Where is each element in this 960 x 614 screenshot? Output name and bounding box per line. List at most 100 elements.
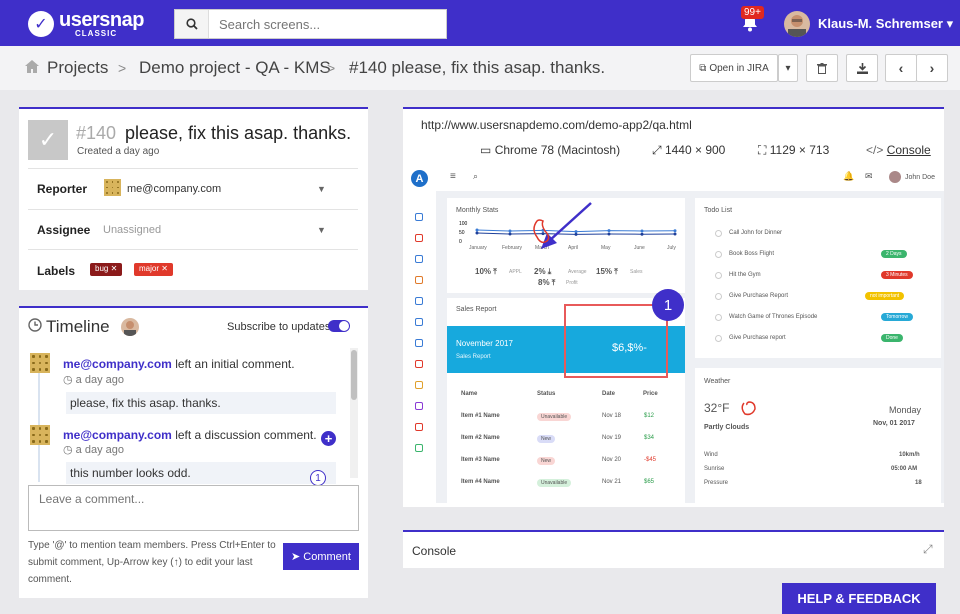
chat-icon: ✉ bbox=[865, 171, 873, 181]
todo-badge: not important bbox=[865, 292, 905, 300]
download-icon bbox=[856, 62, 868, 74]
stat-value: 2% ⤓ bbox=[534, 267, 552, 276]
menu-icon: ≡ bbox=[450, 171, 456, 182]
todo-item: Give Purchase Report bbox=[729, 293, 789, 299]
screen-resolution: ⤢ 1440 × 900 bbox=[652, 143, 725, 158]
user-menu[interactable]: Klaus-M. Schremser ▾ bbox=[818, 16, 953, 32]
todo-item: Book Boss Flight bbox=[729, 251, 775, 257]
notification-badge: 99+ bbox=[741, 6, 764, 19]
resolve-checkbox[interactable]: ✓ bbox=[28, 120, 68, 160]
comment-input[interactable] bbox=[28, 485, 359, 531]
stat-value: 15% ⤒ bbox=[596, 267, 618, 276]
home-icon[interactable] bbox=[24, 59, 40, 79]
scrollbar[interactable] bbox=[350, 348, 358, 478]
demo-avatar bbox=[889, 171, 901, 183]
logo-icon: ✓ bbox=[28, 11, 54, 37]
issue-title[interactable]: please, fix this asap. thanks. bbox=[125, 123, 351, 144]
weather-key: Pressure bbox=[704, 480, 729, 486]
data-point bbox=[640, 232, 644, 236]
caret-down-icon[interactable]: ▼ bbox=[317, 225, 326, 235]
comment-button[interactable]: ➤ Comment bbox=[283, 543, 359, 570]
comment-author[interactable]: me@company.com bbox=[63, 428, 172, 442]
label-tag-bug[interactable]: bug ✕ bbox=[90, 263, 123, 276]
comment-hint: Type '@' to mention team members. Press … bbox=[28, 540, 276, 585]
data-point bbox=[475, 228, 479, 232]
comment-body: this number looks odd. bbox=[66, 462, 336, 484]
todo-badge: Tomorrow bbox=[881, 313, 913, 321]
weather-value: 05:00 AM bbox=[891, 466, 918, 472]
stat-label: APPL bbox=[509, 269, 522, 275]
pin-number-badge[interactable]: 1 bbox=[310, 470, 326, 486]
comment-time: ◷ a day ago bbox=[63, 443, 124, 456]
search-input[interactable] bbox=[209, 10, 446, 38]
todo-checkbox bbox=[715, 251, 722, 258]
data-point bbox=[508, 229, 512, 233]
previous-button[interactable]: ‹ bbox=[885, 54, 917, 82]
divider bbox=[28, 168, 358, 169]
search-icon[interactable] bbox=[175, 10, 209, 38]
data-point bbox=[673, 232, 677, 236]
open-in-jira-button[interactable]: ⧉ Open in JIRA bbox=[690, 54, 778, 82]
reporter-select[interactable]: me@company.com bbox=[127, 183, 221, 195]
expand-icon[interactable]: ⤢ bbox=[923, 542, 933, 557]
close-icon[interactable]: ✕ bbox=[111, 264, 118, 273]
send-icon: ➤ bbox=[291, 551, 301, 563]
console-panel[interactable] bbox=[403, 530, 944, 568]
caret-down-icon[interactable]: ▼ bbox=[317, 184, 326, 194]
breadcrumb-projects[interactable]: Projects bbox=[47, 58, 108, 78]
scrollbar-thumb[interactable] bbox=[351, 350, 357, 400]
viewport-size: ⛶ 1129 × 713 bbox=[758, 143, 829, 158]
search-box bbox=[174, 9, 447, 39]
console-link[interactable]: </> Console bbox=[866, 143, 931, 157]
weather-value: 10km/h bbox=[899, 452, 920, 458]
todo-checkbox bbox=[715, 314, 722, 321]
sales-subtitle: Sales Report bbox=[456, 354, 491, 360]
weather-title: Weather bbox=[704, 378, 731, 385]
captured-screenshot[interactable]: A ≡ ⌕ 🔔 ✉ John Doe Monthly Stats 100 50 0 J… bbox=[403, 163, 944, 503]
stat-label: Profit bbox=[566, 280, 578, 286]
breadcrumb-project[interactable]: Demo project - QA - KMS bbox=[139, 58, 331, 78]
usersnap-logo[interactable]: ✓ usersnap CLASSIC bbox=[28, 10, 144, 38]
sidebar-nav-icon bbox=[415, 276, 423, 284]
user-avatar[interactable] bbox=[784, 11, 810, 37]
weather-key: Sunrise bbox=[704, 466, 725, 472]
status-badge: Unavailable bbox=[537, 413, 572, 421]
logo-text: usersnap bbox=[59, 9, 144, 31]
sidebar-nav-icon bbox=[415, 360, 423, 368]
clock-icon: ◷ bbox=[63, 374, 73, 386]
label-text: major bbox=[139, 264, 160, 273]
monthly-stats-title: Monthly Stats bbox=[456, 207, 499, 214]
subscribe-label: Subscribe to updates bbox=[227, 321, 331, 333]
weather-date: Nov, 01 2017 bbox=[873, 420, 915, 427]
annotation-fill bbox=[566, 306, 666, 326]
assignee-select[interactable]: Unassigned bbox=[103, 224, 161, 236]
help-feedback-button[interactable]: HELP & FEEDBACK bbox=[782, 583, 936, 614]
sales-month: November 2017 bbox=[456, 339, 513, 348]
chevron-right-icon: › bbox=[929, 60, 935, 76]
todo-badge: 3 Minutes bbox=[881, 271, 913, 279]
breadcrumb-separator: > bbox=[327, 60, 336, 76]
comment-author[interactable]: me@company.com bbox=[63, 357, 172, 371]
table-cell-date: Nov 20 bbox=[602, 457, 622, 463]
external-link-icon: ⧉ bbox=[699, 62, 707, 74]
add-icon[interactable]: + bbox=[321, 431, 336, 446]
next-button[interactable]: › bbox=[916, 54, 948, 82]
subscribe-toggle[interactable] bbox=[328, 320, 350, 332]
sidebar-nav-icon bbox=[415, 297, 423, 305]
reporter-label: Reporter bbox=[37, 182, 88, 196]
page-url[interactable]: http://www.usersnapdemo.com/demo-app2/qa… bbox=[421, 118, 692, 132]
label-tag-major[interactable]: major ✕ bbox=[134, 263, 173, 276]
sales-amount: $6,$%- bbox=[612, 342, 647, 354]
delete-button[interactable] bbox=[806, 54, 838, 82]
sidebar-nav-icon bbox=[415, 402, 423, 410]
download-button[interactable] bbox=[846, 54, 878, 82]
chevron-down-icon: ▾ bbox=[946, 16, 954, 31]
jira-dropdown-button[interactable]: ▾ bbox=[778, 54, 798, 82]
todo-checkbox bbox=[715, 272, 722, 279]
close-icon[interactable]: ✕ bbox=[161, 264, 168, 273]
table-cell-name: Item #1 Name bbox=[461, 413, 500, 419]
todo-item: Hit the Gym bbox=[729, 272, 761, 278]
bell-icon: 🔔 bbox=[843, 171, 855, 181]
annotation-pin[interactable]: 1 bbox=[652, 289, 684, 321]
commenter-avatar bbox=[30, 425, 50, 445]
